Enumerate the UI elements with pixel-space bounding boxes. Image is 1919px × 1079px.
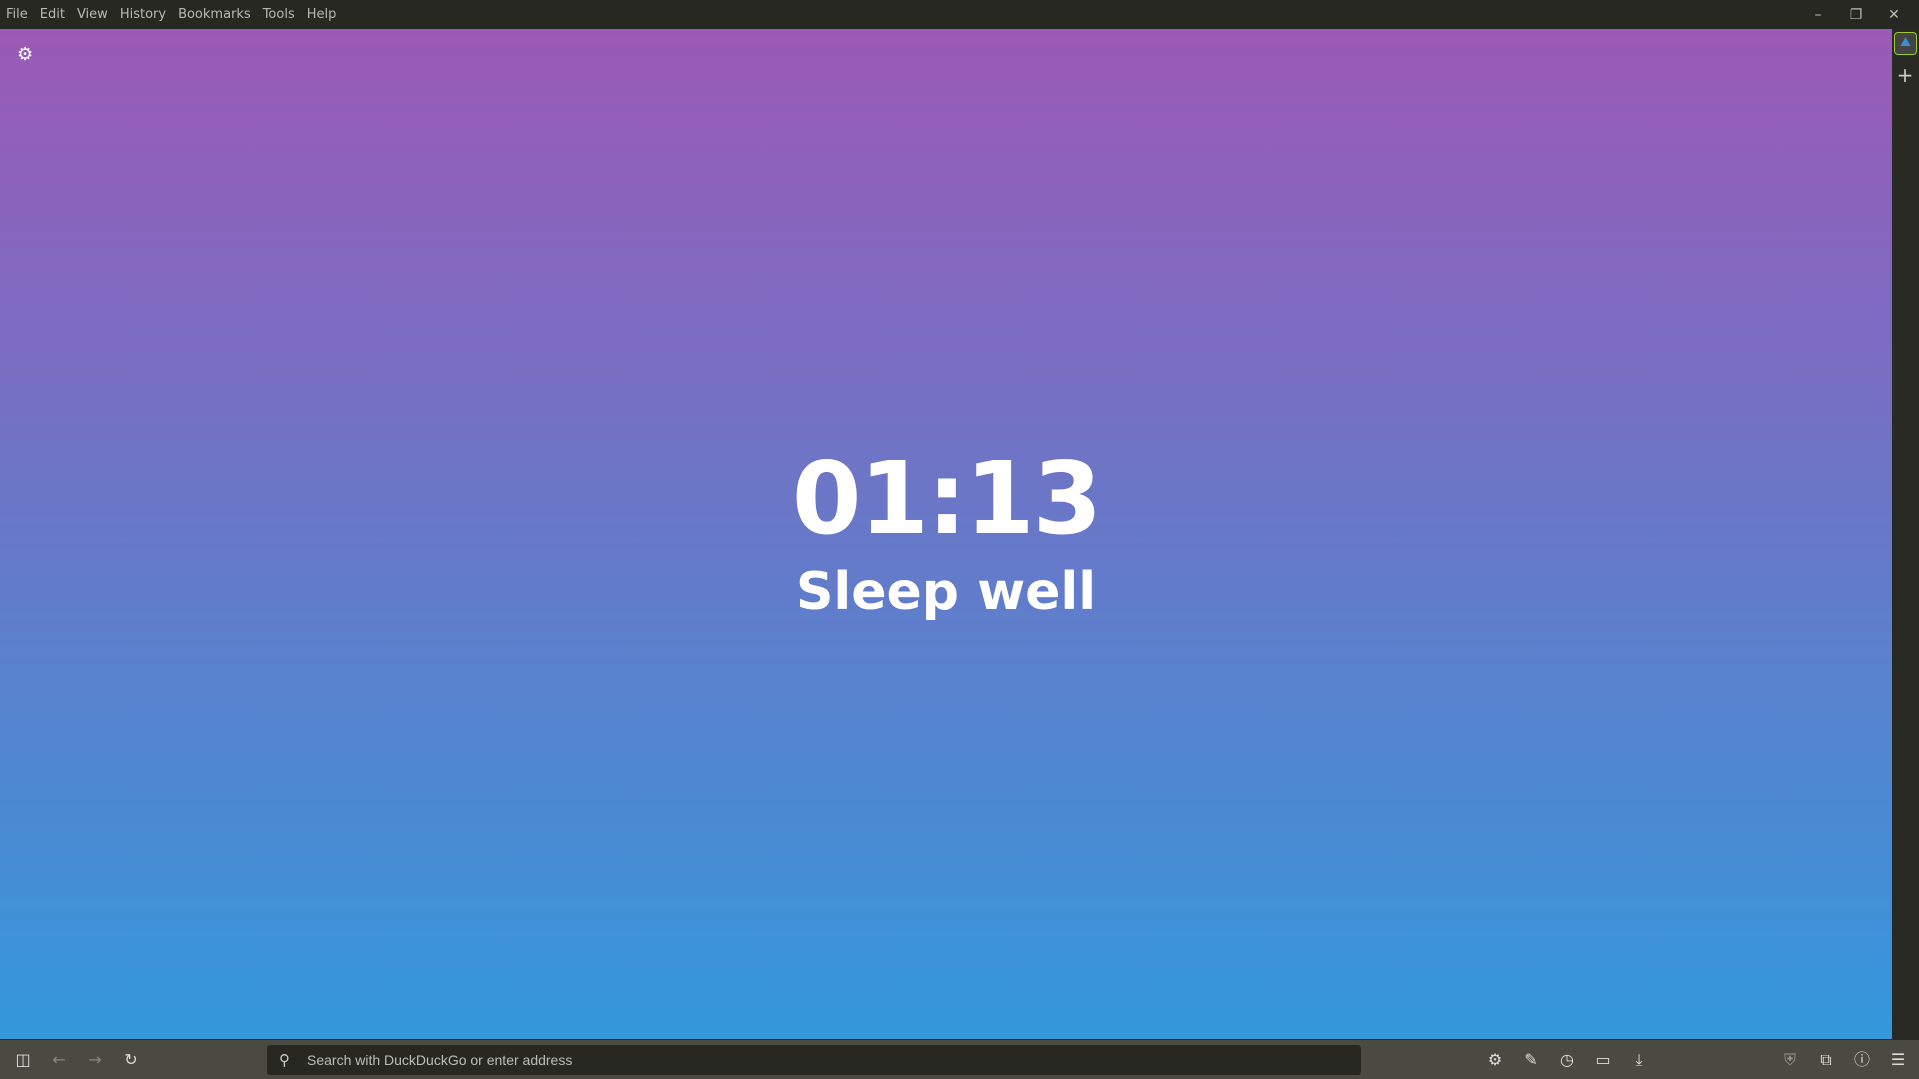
menu-file[interactable]: File bbox=[6, 7, 28, 22]
reload-icon[interactable]: ↻ bbox=[120, 1049, 142, 1071]
search-icon: ⚲ bbox=[279, 1050, 290, 1069]
minimize-button[interactable]: – bbox=[1803, 4, 1833, 26]
close-button[interactable]: ✕ bbox=[1879, 4, 1909, 26]
web-panel-icon[interactable]: ⛰ bbox=[1894, 32, 1917, 55]
restore-button[interactable]: ❐ bbox=[1841, 4, 1871, 26]
history-icon[interactable]: ◷ bbox=[1556, 1049, 1578, 1071]
extensions-icon[interactable]: ⧉ bbox=[1815, 1049, 1837, 1071]
back-icon[interactable]: ← bbox=[48, 1049, 70, 1071]
greeting: Sleep well bbox=[795, 562, 1097, 622]
settings-icon[interactable]: ⚙ bbox=[1484, 1049, 1506, 1071]
window-icon[interactable]: ▭ bbox=[1592, 1049, 1614, 1071]
info-icon[interactable]: ⓘ bbox=[1851, 1049, 1873, 1071]
menu-view[interactable]: View bbox=[77, 7, 108, 22]
navigation-buttons: ◫ ← → ↻ bbox=[0, 1049, 267, 1071]
address-input[interactable] bbox=[307, 1044, 1347, 1075]
menu-tools[interactable]: Tools bbox=[263, 7, 295, 22]
start-page: ⚙ 01:13 Sleep well bbox=[0, 29, 1892, 1039]
tools-icon[interactable]: ✎ bbox=[1520, 1049, 1542, 1071]
download-icon[interactable]: ⤓ bbox=[1628, 1049, 1650, 1071]
menu-edit[interactable]: Edit bbox=[40, 7, 65, 22]
address-bar[interactable]: ⚲ bbox=[267, 1044, 1361, 1075]
ublock-icon[interactable]: ⛨ bbox=[1779, 1049, 1801, 1071]
status-bar: ◫ ← → ↻ ⚲ ⚙ ✎ ◷ ▭ ⤓ ⛨ ⧉ ⓘ ☰ bbox=[0, 1039, 1919, 1079]
add-panel-button[interactable]: + bbox=[1895, 63, 1915, 87]
menu-help[interactable]: Help bbox=[307, 7, 337, 22]
menu-bar: File Edit View History Bookmarks Tools H… bbox=[0, 0, 1919, 29]
gear-icon[interactable]: ⚙ bbox=[17, 44, 37, 65]
menu-history[interactable]: History bbox=[120, 7, 166, 22]
panel-sidebar: ⛰ + bbox=[1892, 29, 1919, 1039]
clock: 01:13 bbox=[791, 440, 1102, 557]
extension-buttons: ⛨ ⧉ ⓘ ☰ bbox=[1779, 1049, 1919, 1071]
menu-icon[interactable]: ☰ bbox=[1887, 1049, 1909, 1071]
forward-icon[interactable]: → bbox=[84, 1049, 106, 1071]
sidebar-icon[interactable]: ◫ bbox=[12, 1049, 34, 1071]
window-controls: – ❐ ✕ bbox=[1799, 4, 1919, 26]
toolbar-buttons: ⚙ ✎ ◷ ▭ ⤓ bbox=[1484, 1049, 1654, 1071]
menu-list: File Edit View History Bookmarks Tools H… bbox=[0, 7, 400, 22]
menu-bookmarks[interactable]: Bookmarks bbox=[178, 7, 251, 22]
